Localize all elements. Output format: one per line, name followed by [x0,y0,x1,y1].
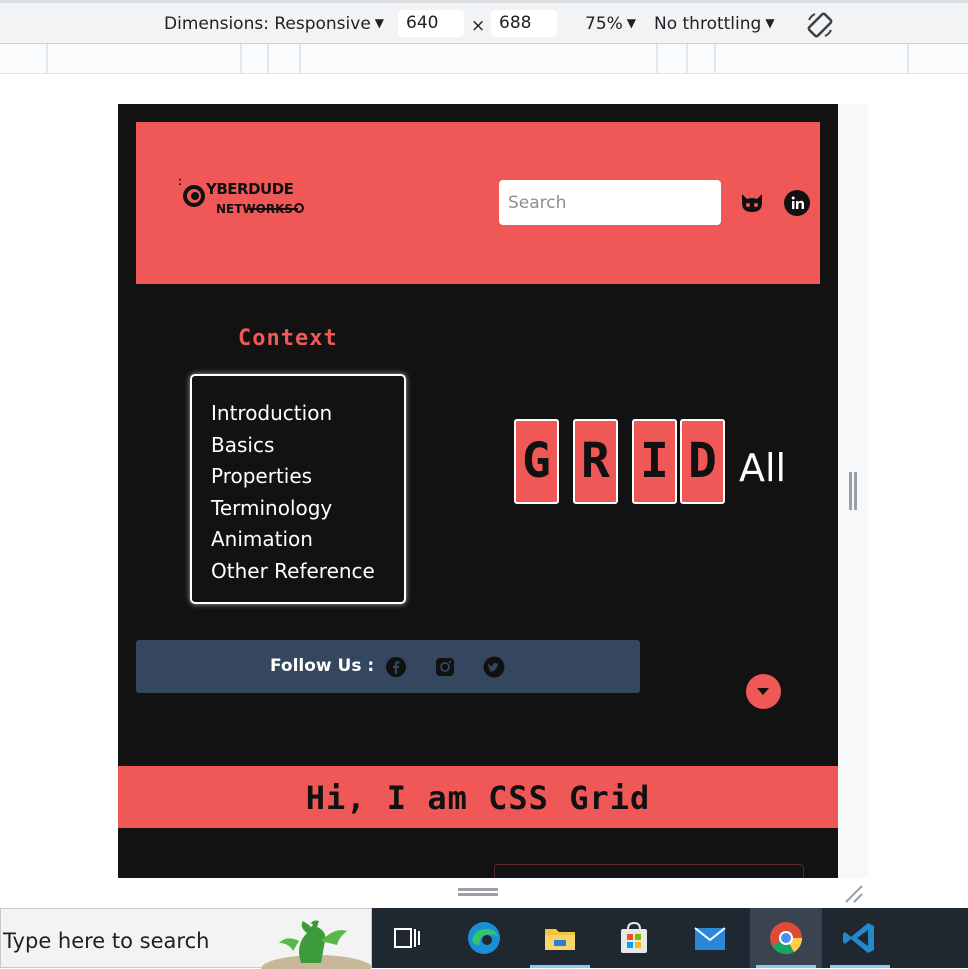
ruler-tick[interactable] [714,44,716,73]
folder-icon [545,929,575,950]
context-item-basics[interactable]: Basics [211,430,404,462]
chevron-down-icon: ▼ [374,16,385,30]
facebook-icon[interactable] [385,656,407,678]
hero-banner: Hi, I am CSS Grid [118,766,838,828]
scroll-down-button[interactable] [746,674,781,709]
emulated-page: : YBERDUDE NETWORKS Context Introduction… [118,104,838,878]
ruler-tick[interactable] [686,44,688,73]
task-view-icon [394,928,420,948]
windows-taskbar: Type here to search [0,908,968,969]
grid-letter: D [688,433,717,489]
search-input[interactable] [499,180,721,225]
ruler-tick[interactable] [267,44,269,73]
ruler-tick[interactable] [656,44,658,73]
github-icon[interactable] [739,190,765,216]
rotate-icon[interactable] [804,9,836,41]
grid-letter-tile: G [514,419,559,504]
file-explorer-button[interactable] [524,908,596,968]
edge-icon [468,922,500,954]
store-icon [621,921,647,953]
context-item-animation[interactable]: Animation [211,524,404,556]
vscode-button[interactable] [824,908,896,968]
content-card [494,864,804,878]
grid-letter: G [522,433,551,489]
height-input[interactable]: 688 [491,10,557,37]
twitter-icon[interactable] [483,656,505,678]
instagram-icon[interactable] [434,656,456,678]
ruler-tick[interactable] [46,44,48,73]
vscode-icon [843,923,874,953]
times-symbol: × [471,16,486,36]
logo-text-top: YBERDUDE [206,180,294,198]
ruler-tick[interactable] [240,44,242,73]
microsoft-store-button[interactable] [598,908,670,968]
media-query-ruler [0,44,968,74]
mail-icon [694,927,726,950]
follow-us-bar: Follow Us : [136,640,640,693]
zoom-dropdown[interactable]: 75% ▼ [585,14,636,34]
site-header: : YBERDUDE NETWORKS [136,122,820,284]
throttling-dropdown[interactable]: No throttling ▼ [654,14,775,34]
follow-us-label: Follow Us : [270,656,375,676]
chrome-button[interactable] [750,908,822,968]
dimensions-dropdown[interactable]: Dimensions: Responsive ▼ [164,14,384,34]
chrome-icon [770,922,803,955]
resize-corner-icon[interactable] [842,882,864,904]
context-menu: Introduction Basics Properties Terminolo… [190,374,406,604]
toolbar-top-border [0,0,968,3]
grid-letter-tile: D [680,419,725,504]
grid-suffix-text: All [739,446,787,490]
cyberdude-logo[interactable]: : YBERDUDE NETWORKS [176,170,306,232]
ruler-tick[interactable] [299,44,301,73]
task-view-button[interactable] [372,908,444,968]
context-item-introduction[interactable]: Introduction [211,398,404,430]
resize-handle-right[interactable] [849,472,859,510]
context-item-properties[interactable]: Properties [211,461,404,493]
taskbar-search-placeholder: Type here to search [3,929,210,953]
grid-letter: R [581,433,610,489]
linkedin-icon[interactable] [784,190,810,216]
context-item-other-reference[interactable]: Other Reference [211,556,404,588]
width-input[interactable]: 640 [398,10,464,37]
ruler-tick[interactable] [907,44,909,73]
device-toolbar: Dimensions: Responsive ▼ 640 × 688 75% ▼ N… [0,0,968,44]
zoom-label: 75% [585,14,623,34]
grid-letter: I [640,433,669,489]
dimensions-label: Dimensions: Responsive [164,14,371,34]
edge-button[interactable] [448,908,520,968]
grid-letter-tile: I [632,419,677,504]
grid-letter-tile: R [573,419,618,504]
context-item-terminology[interactable]: Terminology [211,493,404,525]
dragon-icon [261,920,371,969]
chevron-down-icon: ▼ [765,16,775,30]
throttling-label: No throttling [654,14,762,34]
resize-handle-bottom[interactable] [458,888,498,898]
taskbar-search-box[interactable]: Type here to search [0,908,372,969]
mail-button[interactable] [674,908,746,968]
hero-title: Hi, I am CSS Grid [305,779,651,817]
context-title: Context [238,326,338,351]
chevron-down-icon: ▼ [626,16,637,30]
